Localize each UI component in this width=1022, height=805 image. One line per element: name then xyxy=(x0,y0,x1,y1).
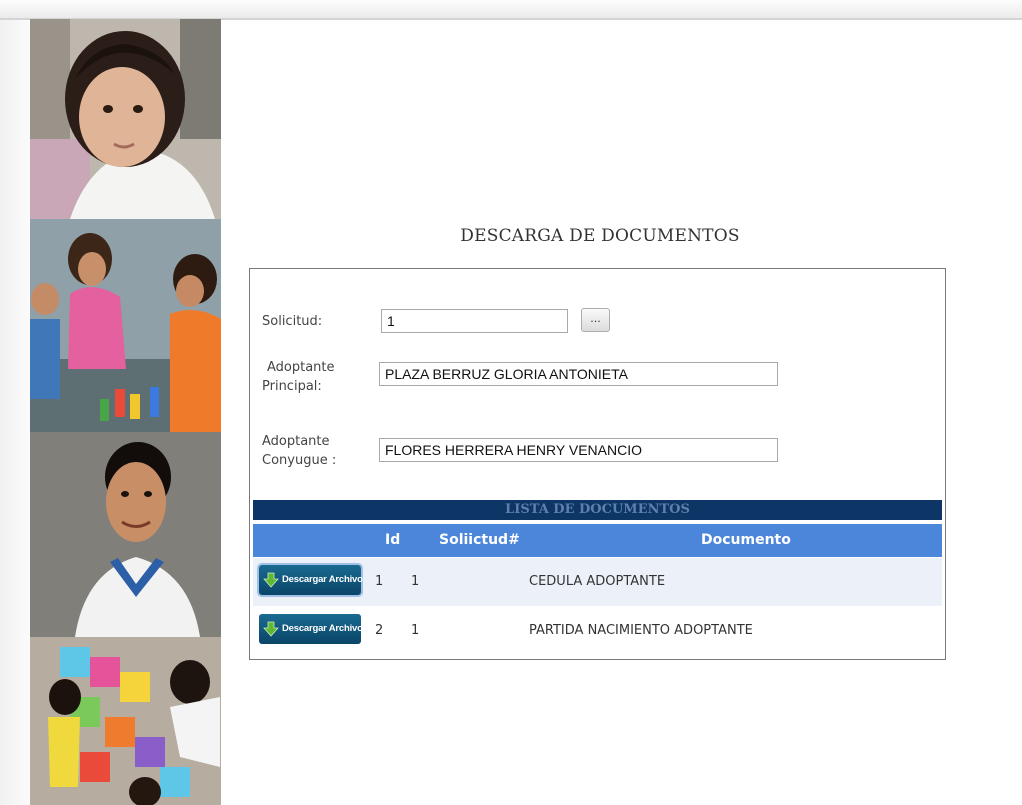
document-list-title: LISTA DE DOCUMENTOS xyxy=(253,500,942,520)
download-button-label: Descargar Archivo xyxy=(282,574,363,585)
principal-label-line2: Principal: xyxy=(262,379,322,394)
solicitud-input[interactable]: 1 xyxy=(381,309,568,333)
photo-column xyxy=(30,19,221,805)
cell-solicitud: 1 xyxy=(411,574,420,589)
conyugue-label-line1: Adoptante xyxy=(262,434,330,449)
down-arrow-icon xyxy=(263,572,279,591)
principal-label-line1: Adoptante xyxy=(267,360,335,375)
cell-solicitud: 1 xyxy=(411,623,420,638)
toddler-photo xyxy=(30,19,221,219)
puzzle-mat-photo xyxy=(30,637,221,805)
cell-documento: CEDULA ADOPTANTE xyxy=(529,574,666,589)
children-playing-photo xyxy=(30,219,221,432)
document-table-header: Id Soliictud# Documento xyxy=(253,524,942,557)
browser-top-bar xyxy=(0,0,1022,20)
header-solicitud: Soliictud# xyxy=(439,532,520,548)
boy-photo xyxy=(30,432,221,637)
download-file-button[interactable]: Descargar Archivo xyxy=(259,565,363,595)
adoptante-conyugue-field[interactable]: FLORES HERRERA HENRY VENANCIO xyxy=(379,438,778,462)
page-title: DESCARGA DE DOCUMENTOS xyxy=(460,226,740,246)
conyugue-label-line2: Conyugue : xyxy=(262,453,337,468)
table-row: Descargar Archivo 1 1 CEDULA ADOPTANTE xyxy=(253,558,942,606)
table-row: Descargar Archivo 2 1 PARTIDA NACIMIENTO… xyxy=(253,607,942,655)
adoptante-principal-field[interactable]: PLAZA BERRUZ GLORIA ANTONIETA xyxy=(379,362,778,386)
download-button-label: Descargar Archivo xyxy=(282,623,363,634)
left-margin-strip xyxy=(0,20,30,805)
solicitud-lookup-button[interactable]: ... xyxy=(581,308,610,332)
cell-id: 1 xyxy=(375,574,384,589)
header-documento: Documento xyxy=(701,532,791,548)
cell-id: 2 xyxy=(375,623,384,638)
documents-panel: Solicitud: 1 ... Adoptante Principal: PL… xyxy=(249,268,946,660)
down-arrow-icon xyxy=(263,621,279,640)
solicitud-label: Solicitud: xyxy=(262,314,323,329)
cell-documento: PARTIDA NACIMIENTO ADOPTANTE xyxy=(529,623,753,638)
header-id: Id xyxy=(385,532,401,548)
download-file-button[interactable]: Descargar Archivo xyxy=(259,614,363,644)
